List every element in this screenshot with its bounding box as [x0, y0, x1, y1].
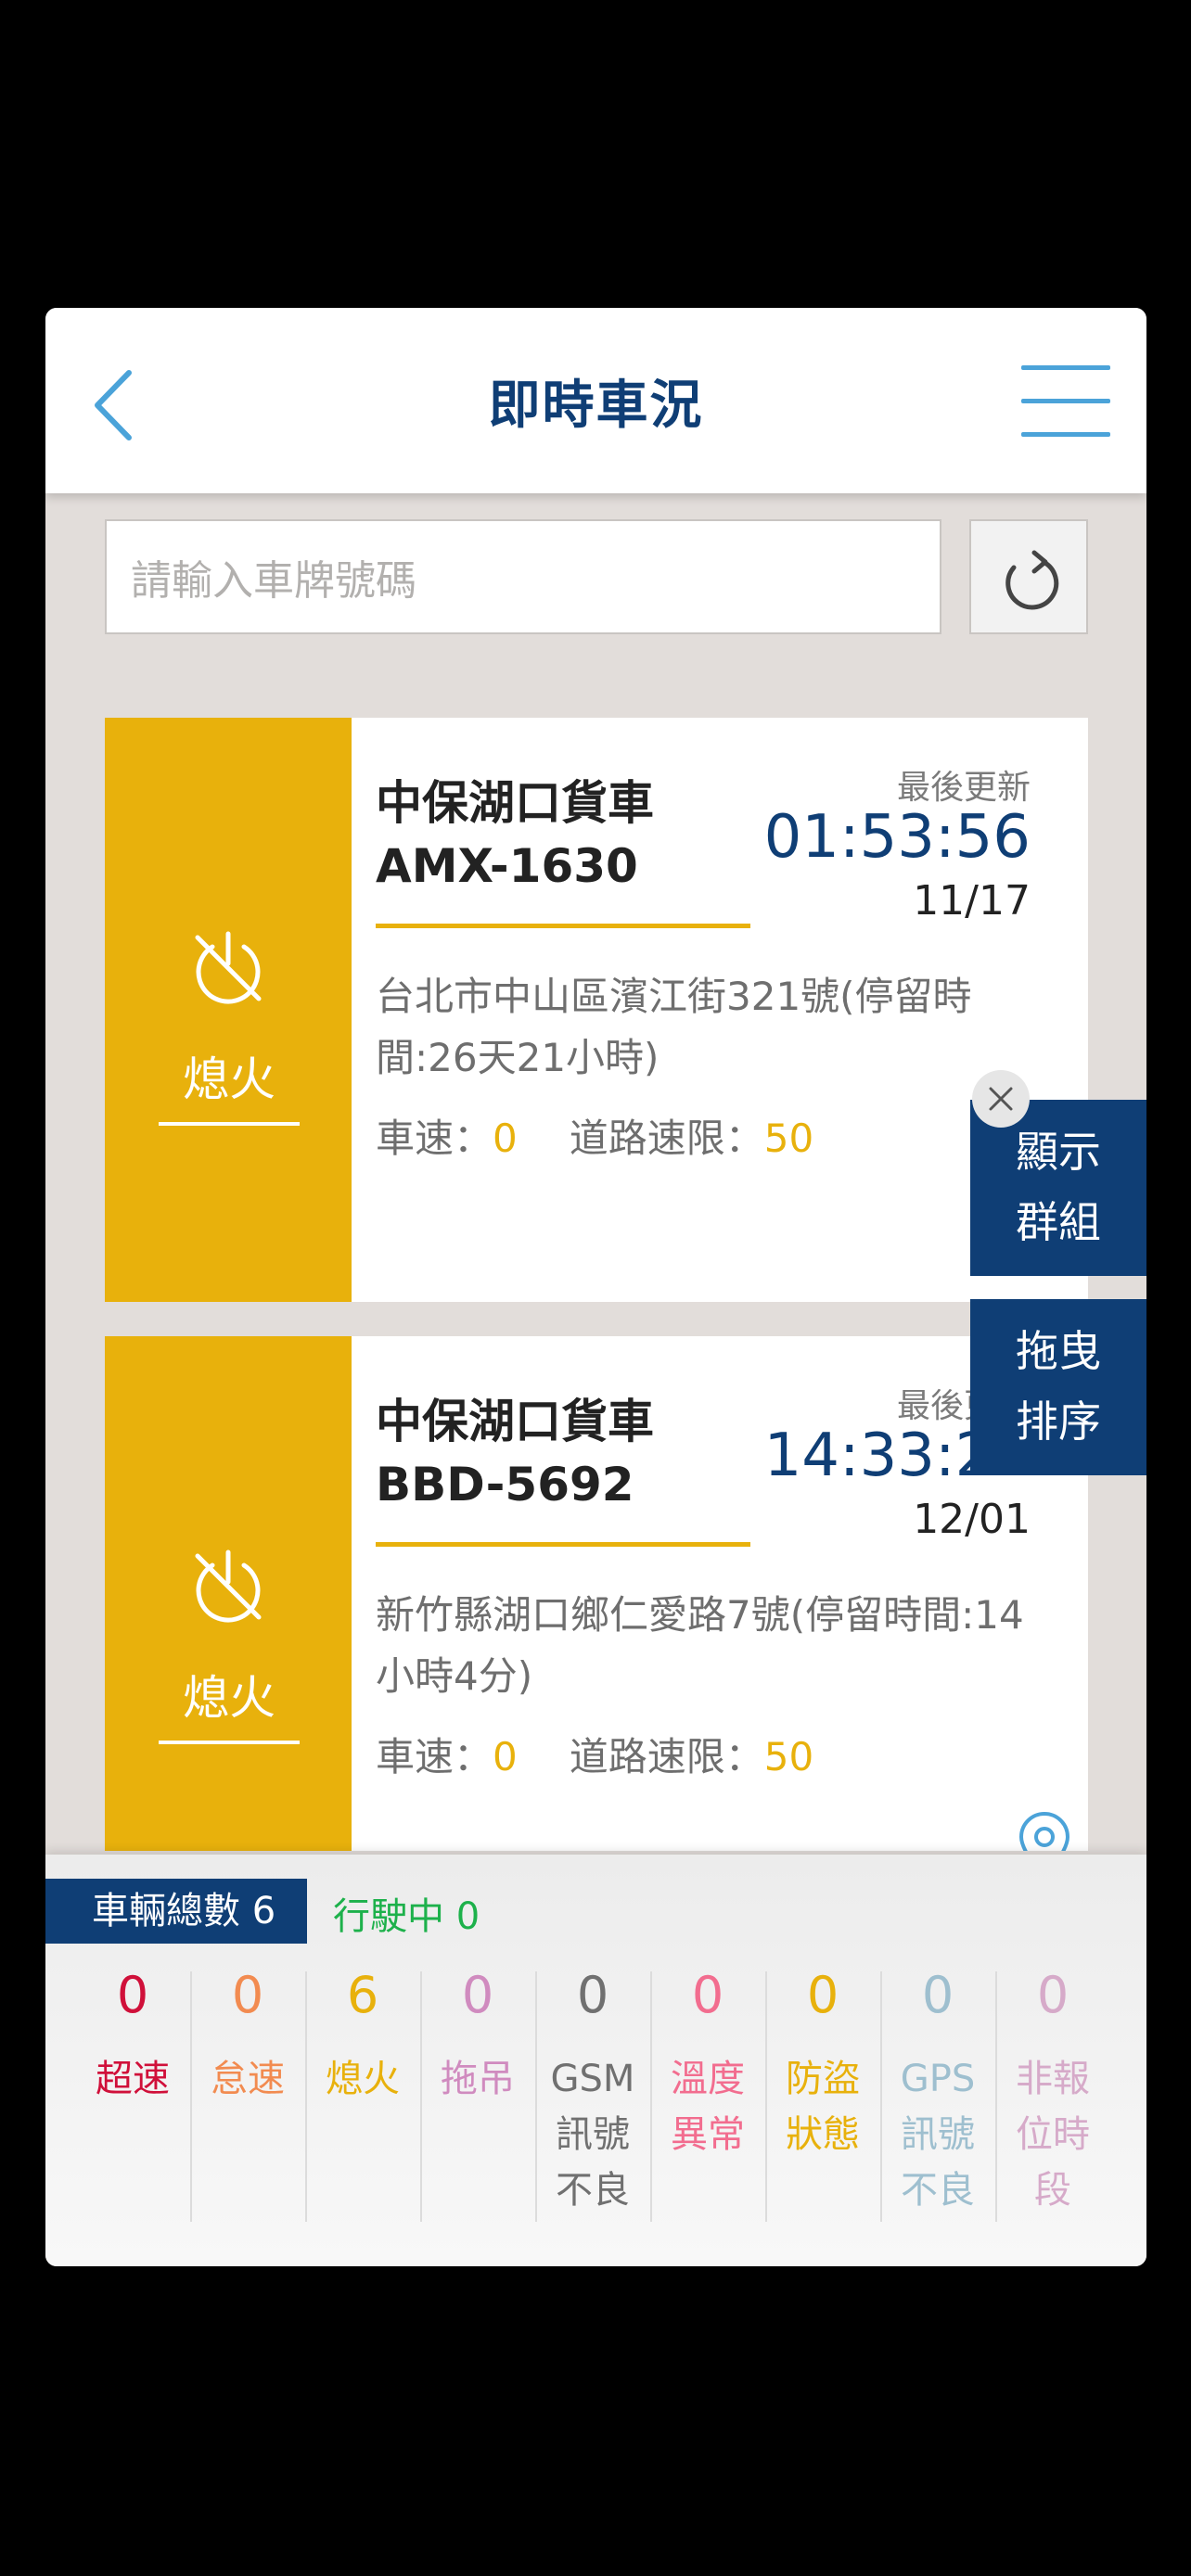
moving-count[interactable]: 行駛中 0	[333, 1886, 480, 1940]
plate-search-input[interactable]: 請輸入車牌號碼	[105, 519, 941, 634]
refresh-button[interactable]	[969, 519, 1088, 634]
stat-count: 0	[576, 1966, 609, 2024]
page-title: 即時車況	[488, 376, 704, 436]
summary-footer: 車輛總數 6 行駛中 0 0 超速 0 怠速 6 熄火 0 拖吊 0 GSM訊號不良 0 溫度異常 0 防…	[45, 1855, 1146, 2266]
stat-item[interactable]: 0 GPS訊號不良	[880, 1958, 995, 2246]
stat-label: 非報位時段	[1016, 2058, 1090, 2212]
stat-label: GSM訊號不良	[550, 2058, 635, 2212]
stat-label: 超速	[96, 2058, 170, 2100]
vehicle-name: 中保湖口貨車	[376, 1395, 654, 1448]
stat-count: 0	[691, 1966, 724, 2024]
last-updated-time: 01:53:56	[763, 803, 1031, 872]
vehicle-list[interactable]: 熄火 中保湖口貨車 AMX-1630 最後更新 01:53:56 11/17 台…	[105, 718, 1088, 1851]
stat-count: 0	[806, 1966, 839, 2024]
stat-count: 0	[116, 1966, 149, 2024]
stat-count: 0	[231, 1966, 264, 2024]
last-updated-label: 最後更新	[896, 769, 1031, 807]
vehicle-address: 新竹縣湖口鄉仁愛路7號(停留時間:14小時4分)	[376, 1592, 1024, 1699]
name-divider	[376, 1542, 750, 1547]
road-limit-label: 道路速限：	[569, 1116, 764, 1161]
vehicle-plate: AMX-1630	[376, 839, 638, 893]
speed-value: 0	[493, 1734, 518, 1779]
vehicle-card[interactable]: 熄火 中保湖口貨車 BBD-5692 最後更新 14:33:21 12/01 新…	[105, 1336, 1088, 1851]
stat-item[interactable]: 6 熄火	[305, 1958, 420, 2246]
vehicle-status-panel: 熄火	[105, 718, 352, 1302]
hamburger-menu-icon[interactable]	[1021, 362, 1110, 441]
status-label: 熄火	[159, 1042, 300, 1126]
name-divider	[376, 924, 750, 928]
close-float-button[interactable]	[972, 1070, 1030, 1128]
app-screen: 即時車況 請輸入車牌號碼 熄火 中保湖口貨車 AMX-1630 最後更新 01:…	[45, 308, 1146, 2266]
stat-count: 6	[346, 1966, 379, 2024]
engine-off-icon	[195, 931, 262, 1004]
road-limit-label: 道路速限：	[569, 1734, 764, 1779]
vehicle-card[interactable]: 熄火 中保湖口貨車 AMX-1630 最後更新 01:53:56 11/17 台…	[105, 718, 1088, 1302]
stat-label: 怠速	[211, 2058, 285, 2100]
map-pin-icon[interactable]	[1016, 1811, 1073, 1851]
last-updated-date: 12/01	[913, 1496, 1031, 1543]
last-updated-date: 11/17	[913, 877, 1031, 925]
stat-item[interactable]: 0 怠速	[190, 1958, 305, 2246]
stat-label: 拖吊	[441, 2058, 515, 2100]
drag-sort-line1: 拖曳	[1016, 1326, 1101, 1376]
stat-item[interactable]: 0 超速	[75, 1958, 190, 2246]
drag-sort-button[interactable]: 拖曳 排序	[970, 1299, 1146, 1475]
close-icon	[989, 1087, 1013, 1111]
refresh-icon	[1005, 550, 1059, 610]
speed-label: 車速：	[376, 1116, 493, 1161]
show-group-line2: 群組	[1016, 1197, 1101, 1247]
status-label: 熄火	[159, 1661, 300, 1744]
road-limit-value: 50	[763, 1116, 814, 1161]
engine-off-icon	[195, 1549, 262, 1623]
vehicle-plate: BBD-5692	[376, 1458, 634, 1511]
vehicle-name: 中保湖口貨車	[376, 776, 654, 830]
stat-count: 0	[1036, 1966, 1069, 2024]
stat-count: 0	[921, 1966, 954, 2024]
search-placeholder: 請輸入車牌號碼	[131, 557, 416, 605]
speed-row: 車速：0 道路速限：50	[376, 1107, 813, 1164]
stat-item[interactable]: 0 GSM訊號不良	[535, 1958, 650, 2246]
stat-item[interactable]: 0 拖吊	[420, 1958, 535, 2246]
header-bar: 即時車況	[45, 308, 1146, 493]
total-vehicles-badge[interactable]: 車輛總數 6	[45, 1879, 307, 1944]
stat-item[interactable]: 0 防盜狀態	[765, 1958, 880, 2246]
road-limit-value: 50	[763, 1734, 814, 1779]
stat-label: 熄火	[326, 2058, 400, 2100]
speed-value: 0	[493, 1116, 518, 1161]
speed-label: 車速：	[376, 1734, 493, 1779]
drag-sort-line2: 排序	[1016, 1396, 1101, 1447]
vehicle-address: 台北市中山區濱江街321號(停留時間:26天21小時)	[376, 974, 972, 1080]
stat-label: GPS訊號不良	[900, 2058, 976, 2212]
stat-item[interactable]: 0 溫度異常	[650, 1958, 765, 2246]
stat-label: 防盜狀態	[786, 2058, 860, 2156]
stat-item[interactable]: 0 非報位時段	[995, 1958, 1110, 2246]
status-stats: 0 超速 0 怠速 6 熄火 0 拖吊 0 GSM訊號不良 0 溫度異常 0 防盜狀態 0 GPS訊號不良 0 非…	[75, 1958, 1118, 2246]
stat-label: 溫度異常	[671, 2058, 745, 2156]
stat-count: 0	[461, 1966, 494, 2024]
vehicle-status-panel: 熄火	[105, 1336, 352, 1851]
speed-row: 車速：0 道路速限：50	[376, 1726, 813, 1782]
